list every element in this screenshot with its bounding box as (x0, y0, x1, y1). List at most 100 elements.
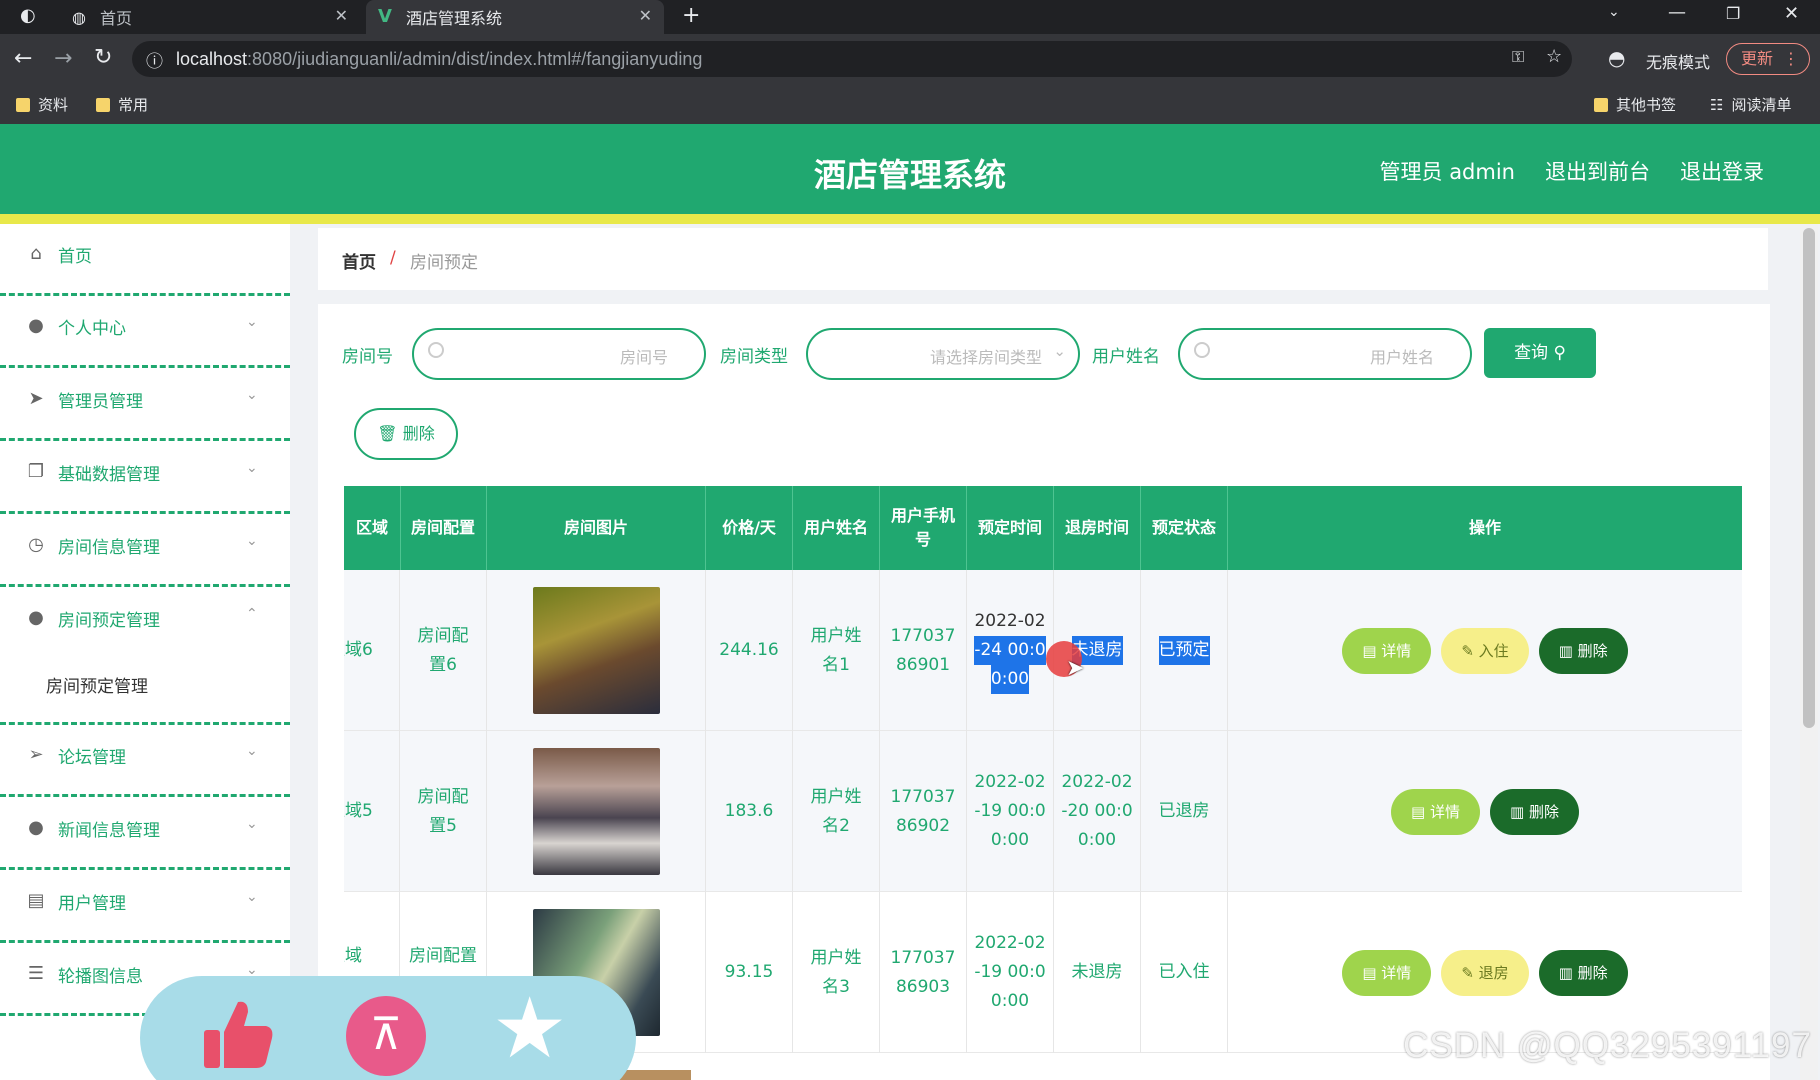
chevron-down-icon: ⌄ (246, 743, 258, 759)
browser-tab-hotel[interactable]: V 酒店管理系统 ✕ (366, 0, 664, 34)
logout-link[interactable]: 退出登录 (1680, 156, 1764, 186)
sidebar-item-basic-data[interactable]: ❐ 基础数据管理 ⌄ (0, 442, 290, 514)
th-status[interactable]: 预定状态 (1141, 486, 1228, 570)
room-type-select[interactable]: 请选择房间类型 ⌄ (806, 328, 1080, 380)
detail-button[interactable]: ▤ 详情 (1391, 788, 1480, 835)
forward-icon[interactable]: → (54, 46, 72, 71)
sidebar-item-label: 管理员管理 (58, 392, 143, 412)
checkout-button[interactable]: ✎ 退房 (1441, 949, 1529, 996)
close-icon[interactable]: ✕ (335, 6, 348, 25)
reload-icon[interactable]: ↻ (94, 45, 112, 70)
chevron-down-icon: ⌄ (246, 816, 258, 832)
watermark: CSDN @QQ3295391197 (1403, 1026, 1812, 1065)
chart-icon: ▤ (27, 890, 45, 911)
sidebar-item-forum[interactable]: ➢ 论坛管理 ⌄ (0, 725, 290, 797)
trash-icon: 🗑 (377, 424, 398, 443)
new-tab-icon[interactable]: + (682, 3, 700, 28)
chevron-down-icon: ⌄ (246, 387, 258, 403)
sidebar-item-label: 房间预定管理 (58, 611, 160, 631)
sidebar-item-news[interactable]: ● 新闻信息管理 ⌄ (0, 798, 290, 870)
breadcrumb-separator: / (390, 248, 396, 268)
th-price[interactable]: 价格/天 (706, 486, 793, 570)
edit-icon: ✎ (1461, 641, 1479, 660)
th-config[interactable]: 房间配置 (400, 486, 487, 570)
chevron-down-icon[interactable]: ⌄ (1608, 4, 1620, 20)
page-scrollbar[interactable] (1800, 224, 1818, 1080)
minimize-icon[interactable]: — (1668, 2, 1686, 23)
key-icon[interactable]: ⚿ (1512, 47, 1524, 67)
sidebar: ⌂ 首页 ● 个人中心 ⌄ ➤ 管理员管理 ⌄ ❐ 基础数据管理 ⌄ ◷ 房间信… (0, 224, 290, 1080)
sidebar-item-label: 论坛管理 (58, 748, 126, 768)
gauge-icon: ◷ (28, 534, 44, 555)
th-image[interactable]: 房间图片 (487, 486, 706, 570)
cell-checkout: 未退房 (1054, 892, 1141, 1053)
bookmark-folder-other[interactable]: 其他书签 (1594, 94, 1676, 115)
detail-button[interactable]: ▤ 详情 (1342, 627, 1432, 674)
scrollbar-thumb[interactable] (1803, 228, 1815, 728)
more-icon: ⋮ (1783, 49, 1800, 68)
breadcrumb-home[interactable]: 首页 (342, 248, 376, 273)
star-icon[interactable]: ★ (492, 986, 567, 1070)
th-phone[interactable]: 用户手机号 (880, 486, 967, 570)
table-header: 区域 房间配置 房间图片 价格/天 用户姓名 用户手机号 预定时间 退房时间 预… (344, 486, 1742, 570)
doc-icon: ▤ (1362, 641, 1382, 660)
star-icon[interactable]: ☆ (1546, 46, 1562, 67)
url-input[interactable]: ⓘ localhost:8080/jiudianguanli/admin/dis… (132, 41, 1572, 77)
sidebar-item-room-booking[interactable]: ● 房间预定管理 ⌃ 房间预定管理 (0, 588, 290, 725)
search-icon: ⚲ (1553, 343, 1566, 363)
chevron-down-icon: ⌄ (246, 533, 258, 549)
sidebar-item-room-info[interactable]: ◷ 房间信息管理 ⌄ (0, 515, 290, 587)
list-icon: ☰ (27, 963, 45, 984)
sidebar-item-personal[interactable]: ● 个人中心 ⌄ (0, 296, 290, 368)
submenu-room-booking[interactable]: 房间预定管理 (46, 672, 148, 697)
detail-button[interactable]: ▤ 详情 (1342, 949, 1432, 996)
bulb-icon: ● (28, 607, 44, 628)
restore-icon[interactable]: ❐ (1726, 4, 1740, 23)
doc-icon: ▤ (1411, 802, 1430, 821)
admin-user-link[interactable]: 管理员 admin (1380, 156, 1515, 186)
cell-config: 房间配置6 (400, 570, 487, 731)
reading-list[interactable]: ☷ 阅读清单 (1710, 94, 1791, 115)
update-button[interactable]: 更新 ⋮ (1726, 43, 1810, 75)
incognito-icon[interactable]: ◓ (1608, 46, 1625, 70)
exit-to-frontend-link[interactable]: 退出到前台 (1545, 156, 1650, 186)
info-icon[interactable]: ⓘ (146, 47, 163, 72)
browser-tabbar: ◐ ◍ 首页 ✕ V 酒店管理系统 ✕ + ⌄ — ❐ ✕ (0, 0, 1820, 34)
cell-image (487, 731, 706, 892)
app-header: 酒店管理系统 管理员 admin 退出到前台 退出登录 (0, 124, 1820, 224)
cell-actions: ▤ 详情 ✎ 入住 ▥ 删除 (1228, 570, 1742, 731)
checkin-button[interactable]: ✎ 入住 (1441, 627, 1529, 674)
sidebar-item-admin[interactable]: ➤ 管理员管理 ⌄ (0, 369, 290, 441)
th-checkout-time[interactable]: 退房时间 (1054, 486, 1141, 570)
th-book-time[interactable]: 预定时间 (967, 486, 1054, 570)
cell-phone: 17703786903 (880, 892, 967, 1053)
sidebar-item-home[interactable]: ⌂ 首页 (0, 224, 290, 296)
cell-area: 区域6 (344, 570, 400, 731)
top-icon[interactable]: ⊼ (346, 996, 426, 1076)
browser-tab-home[interactable]: ◍ 首页 ✕ (60, 0, 360, 34)
update-label: 更新 (1741, 49, 1774, 68)
query-button[interactable]: 查询 ⚲ (1484, 328, 1596, 378)
bookmark-label: 其他书签 (1616, 96, 1677, 114)
th-area[interactable]: 区域 (344, 486, 401, 570)
batch-delete-button[interactable]: 🗑 删除 (354, 408, 458, 460)
delete-button[interactable]: ▥ 删除 (1538, 627, 1628, 674)
delete-button[interactable]: ▥ 删除 (1490, 788, 1579, 835)
sidebar-item-users[interactable]: ▤ 用户管理 ⌄ (0, 871, 290, 943)
back-icon[interactable]: ← (14, 46, 32, 71)
browser-addressbar: ← → ↻ ⓘ localhost:8080/jiudianguanli/adm… (0, 34, 1820, 84)
th-user-name[interactable]: 用户姓名 (793, 486, 880, 570)
room-no-input[interactable]: 房间号 (412, 328, 706, 380)
cell-price: 183.6 (706, 731, 793, 892)
tab-title: 首页 (100, 9, 133, 28)
cell-user: 用户姓名3 (793, 892, 880, 1053)
bookmark-folder[interactable]: 资料 (16, 94, 68, 115)
chevron-down-icon: ⌄ (246, 889, 258, 905)
bookmark-folder[interactable]: 常用 (96, 94, 148, 115)
close-window-icon[interactable]: ✕ (1784, 3, 1799, 24)
user-name-input[interactable]: 用户姓名 (1178, 328, 1472, 380)
close-icon[interactable]: ✕ (639, 6, 652, 25)
thumbs-up-icon[interactable] (198, 994, 278, 1074)
delete-button[interactable]: ▥ 删除 (1538, 949, 1628, 996)
cell-book-time: 2022-02 -19 00:0 0:00 (967, 731, 1054, 892)
